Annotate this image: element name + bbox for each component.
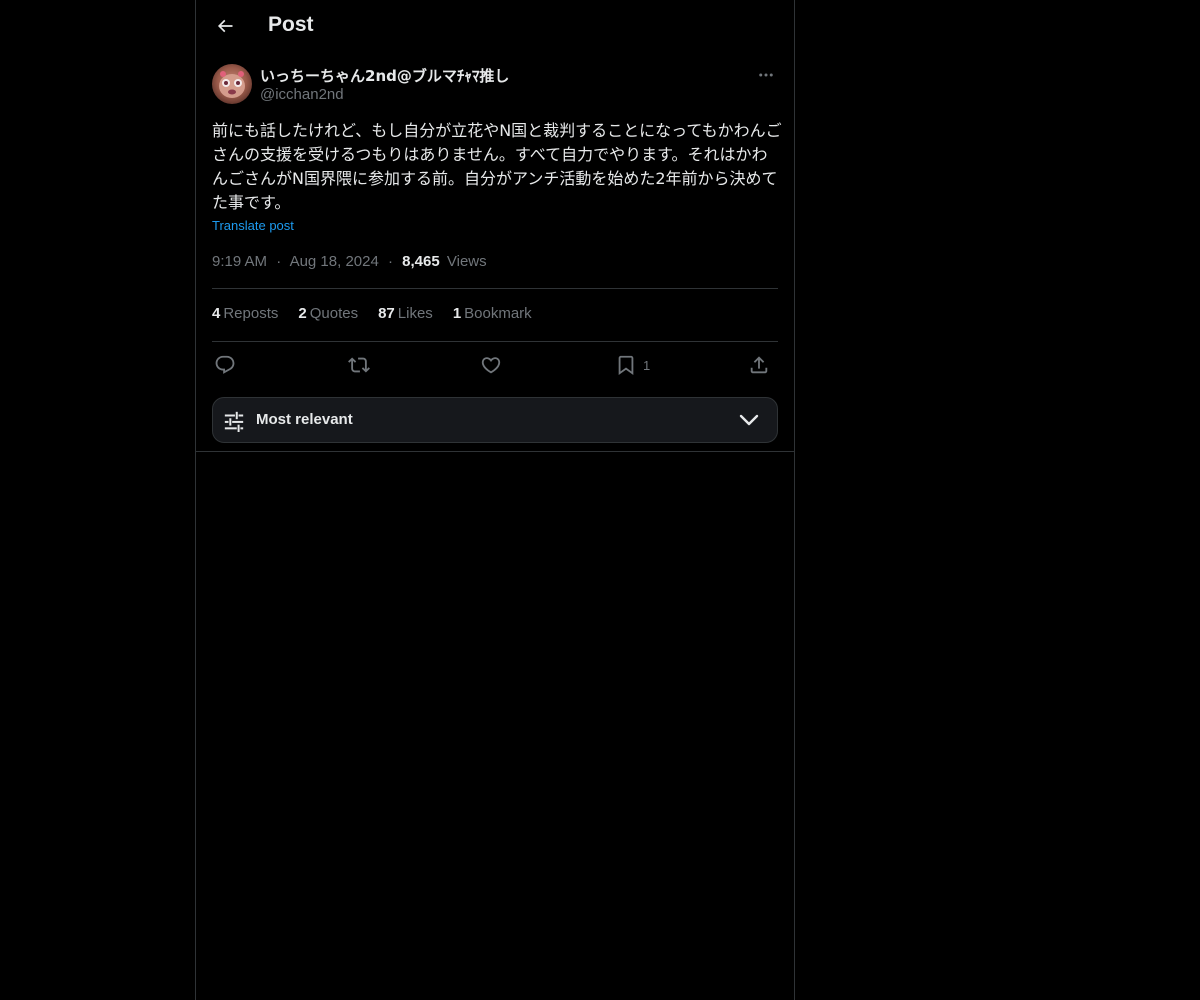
repost-icon [348, 357, 370, 373]
main-column: Post いっちーちゃん2nd@ブルマﾁｬﾏ推し @icchan2nd 前にも話… [195, 0, 795, 1000]
share-button[interactable] [748, 352, 770, 378]
meta-separator: · [387, 253, 393, 270]
avatar[interactable] [212, 64, 252, 104]
reply-icon [215, 355, 235, 374]
like-button[interactable] [480, 352, 502, 378]
quotes-count: 2 [298, 305, 307, 322]
divider [212, 341, 778, 342]
bookmark-count: 1 [643, 357, 651, 373]
likes-label: Likes [397, 305, 433, 322]
author-handle[interactable]: @icchan2nd [260, 86, 344, 103]
back-button[interactable] [208, 9, 242, 43]
reply-button[interactable] [214, 352, 236, 378]
translate-post-link[interactable]: Translate post [212, 218, 294, 233]
divider [196, 451, 794, 452]
bookmarks-label: Bookmark [464, 305, 532, 322]
quotes-stat[interactable]: 2 Quotes [298, 305, 358, 322]
bookmark-button[interactable]: 1 [615, 352, 650, 378]
post-stats: 4 Reposts 2 Quotes 87 Likes 1 Bookmark [212, 305, 552, 322]
arrow-left-icon [217, 19, 233, 33]
more-options-button[interactable] [754, 64, 778, 86]
quotes-label: Quotes [309, 305, 359, 322]
bookmark-icon [618, 355, 634, 376]
post-date[interactable]: Aug 18, 2024 [290, 253, 379, 270]
post-text: 前にも話したけれど、もし自分が立花やN国と裁判することになってもかわんごさんの支… [212, 121, 782, 212]
bookmarks-stat[interactable]: 1 Bookmark [453, 305, 532, 322]
likes-count: 87 [378, 305, 395, 322]
sort-label: Most relevant [256, 411, 353, 428]
author-display-name[interactable]: いっちーちゃん2nd@ブルマﾁｬﾏ推し [260, 65, 509, 86]
views-count: 8,465 [402, 253, 440, 270]
post-author: いっちーちゃん2nd@ブルマﾁｬﾏ推し @icchan2nd [212, 64, 778, 106]
meta-separator: · [276, 253, 282, 270]
action-bar: 1 [212, 352, 778, 378]
share-icon [750, 356, 768, 374]
chevron-down-icon [739, 414, 759, 426]
more-horizontal-icon [759, 73, 773, 77]
views-label: Views [446, 253, 487, 270]
sliders-icon [224, 411, 244, 432]
reposts-stat[interactable]: 4 Reposts [212, 305, 278, 322]
replies-sort-dropdown[interactable]: Most relevant [212, 397, 778, 443]
heart-icon [481, 357, 501, 374]
reposts-label: Reposts [223, 305, 279, 322]
likes-stat[interactable]: 87 Likes [378, 305, 433, 322]
post-meta: 9:19 AM · Aug 18, 2024 · 8,465 Views [212, 253, 487, 270]
page-title: Post [268, 13, 314, 36]
header: Post [196, 0, 794, 53]
bookmarks-count: 1 [452, 305, 462, 322]
repost-button[interactable] [348, 352, 370, 378]
post-time[interactable]: 9:19 AM [212, 253, 267, 270]
reposts-count: 4 [212, 305, 221, 322]
divider [212, 288, 778, 289]
